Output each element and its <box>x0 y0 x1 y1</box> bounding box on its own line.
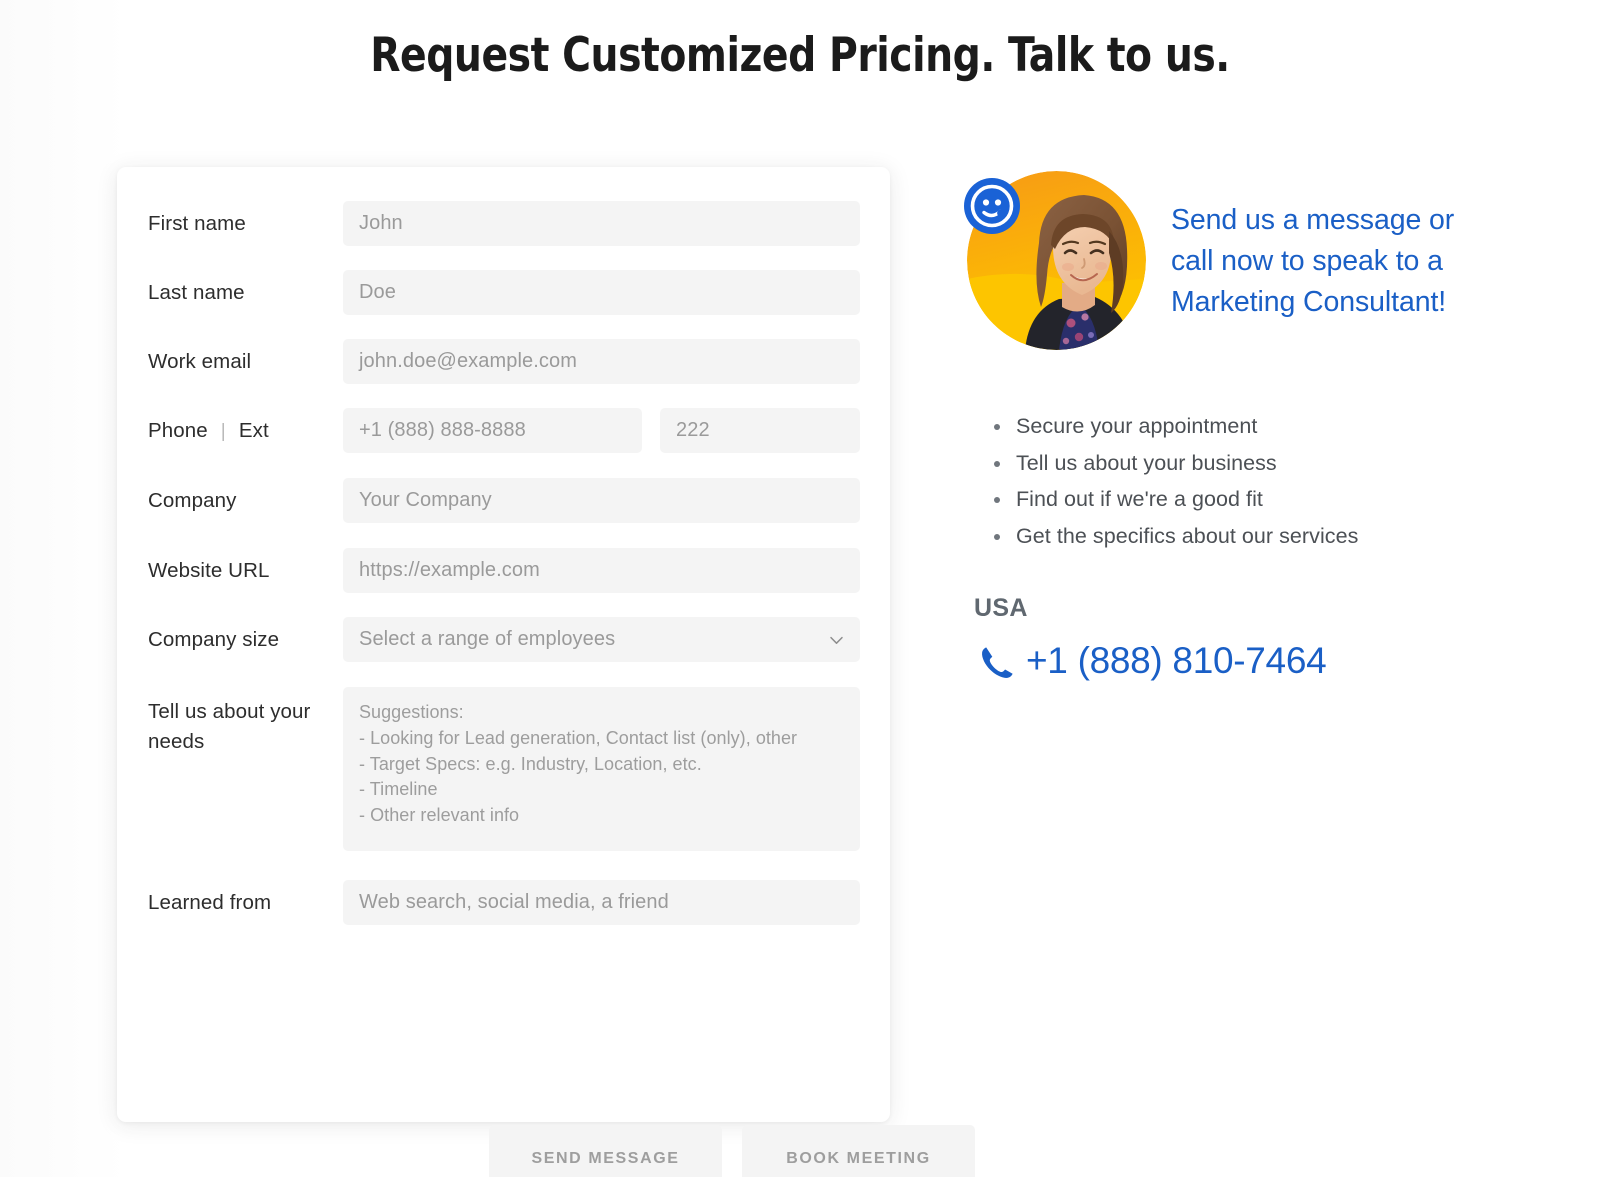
label-separator: | <box>220 421 226 442</box>
company-size-label: Company size <box>148 628 280 651</box>
learned-from-input[interactable]: Web search, social media, a friend <box>343 880 860 925</box>
work-email-label: Work email <box>148 350 252 373</box>
list-item: Find out if we're a good fit <box>987 481 1523 518</box>
headline-line-1: Send us a message or <box>1171 204 1455 236</box>
needs-label-line-1: Tell us about your <box>148 700 311 723</box>
phone-number[interactable]: +1 (888) 810-7464 <box>1026 639 1327 683</box>
company-input[interactable]: Your Company <box>343 478 860 523</box>
ext-label-text: Ext <box>238 419 269 442</box>
field-row-needs: Tell us about your needs Suggestions: - … <box>148 687 860 851</box>
contact-form-card: First name John Last name Doe Work email… <box>117 167 975 1177</box>
needs-label-line-2: needs <box>148 730 205 753</box>
avatar-wrapper <box>963 168 1149 354</box>
last-name-input[interactable]: Doe <box>343 270 860 315</box>
phone-icon <box>976 642 1014 680</box>
ext-input[interactable]: 222 <box>660 408 860 453</box>
needs-placeholder-line: - Looking for Lead generation, Contact l… <box>359 727 798 748</box>
list-item: Tell us about your business <box>987 445 1523 482</box>
needs-placeholder-line: - Target Specs: e.g. Industry, Location,… <box>359 753 702 774</box>
needs-textarea[interactable]: Suggestions: - Looking for Lead generati… <box>343 687 860 851</box>
needs-label: Tell us about your needs <box>148 687 343 757</box>
headline-line-3: Marketing Consultant! <box>1171 286 1447 318</box>
benefits-list: Secure your appointment Tell us about yo… <box>987 408 1523 554</box>
field-row-company: Company Your Company <box>148 478 860 523</box>
phone-label-text: Phone <box>148 419 208 442</box>
last-name-label: Last name <box>148 281 245 304</box>
field-row-last-name: Last name Doe <box>148 270 860 315</box>
first-name-label: First name <box>148 212 246 235</box>
list-item: Secure your appointment <box>987 408 1523 445</box>
field-row-phone: Phone | Ext +1 (888) 888-8888 222 <box>148 408 860 453</box>
consultant-headline: Send us a message or call now to speak t… <box>1171 168 1454 323</box>
company-size-select-wrapper: Select a range of employees <box>343 617 860 662</box>
contact-sidebar: Send us a message or call now to speak t… <box>963 168 1523 683</box>
smiley-badge-icon <box>963 177 1021 235</box>
field-row-company-size: Company size Select a range of employees <box>148 617 860 662</box>
headline-line-2: call now to speak to a <box>1171 245 1443 277</box>
book-meeting-button[interactable]: BOOK MEETING <box>742 1125 975 1177</box>
phone-contact[interactable]: +1 (888) 810-7464 <box>976 639 1523 683</box>
needs-placeholder-line: - Other relevant info <box>359 805 520 826</box>
list-item: Get the specifics about our services <box>987 518 1523 555</box>
website-url-input[interactable]: https://example.com <box>343 548 860 593</box>
send-message-button[interactable]: SEND MESSAGE <box>489 1125 722 1177</box>
needs-placeholder-line: - Timeline <box>359 779 438 800</box>
region-heading: USA <box>974 594 1028 622</box>
field-row-website-url: Website URL https://example.com <box>148 548 860 593</box>
form-actions: SEND MESSAGE BOOK MEETING <box>489 1125 975 1177</box>
pricing-request-page: Request Customized Pricing. Talk to us. … <box>0 0 1600 1177</box>
company-size-select[interactable]: Select a range of employees <box>343 617 860 662</box>
phone-input[interactable]: +1 (888) 888-8888 <box>343 408 642 453</box>
company-label: Company <box>148 489 237 512</box>
consultant-header: Send us a message or call now to speak t… <box>963 168 1523 354</box>
phone-ext-label: Phone | Ext <box>148 408 343 445</box>
work-email-input[interactable]: john.doe@example.com <box>343 339 860 384</box>
first-name-input[interactable]: John <box>343 201 860 246</box>
needs-placeholder-line: Suggestions: <box>359 702 464 722</box>
field-row-first-name: First name John <box>148 201 860 246</box>
field-row-learned-from: Learned from Web search, social media, a… <box>148 880 860 925</box>
website-url-label: Website URL <box>148 559 270 582</box>
field-row-work-email: Work email john.doe@example.com <box>148 339 860 384</box>
learned-from-label: Learned from <box>148 891 272 914</box>
page-title: Request Customized Pricing. Talk to us. <box>370 28 1230 83</box>
